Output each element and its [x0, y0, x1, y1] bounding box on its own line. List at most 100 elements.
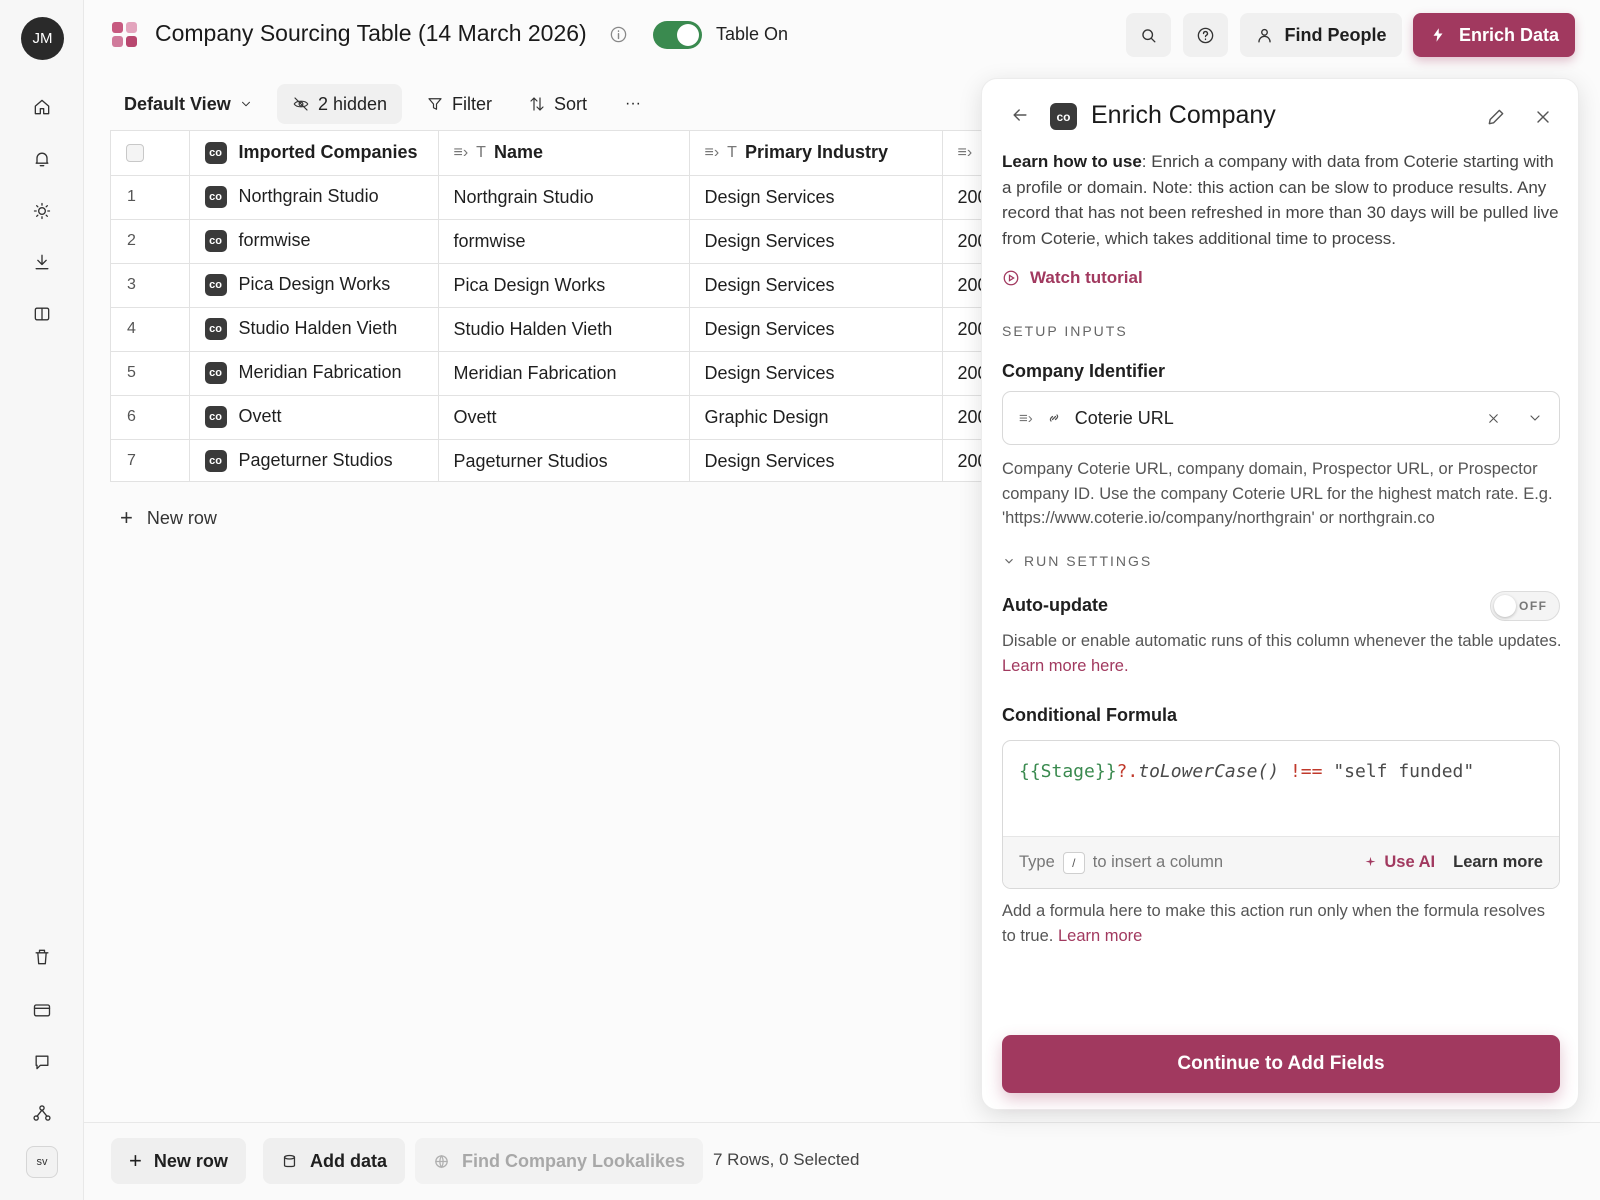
company-identifier-select[interactable]: ≡› Coterie URL [1002, 391, 1560, 445]
cell-name[interactable]: Studio Halden Vieth [438, 307, 690, 352]
cell-name[interactable]: Pageturner Studios [438, 439, 690, 481]
table-row[interactable]: 3 co Pica Design Works Pica Design Works Des… [111, 263, 982, 308]
filter-button[interactable]: Filter [426, 84, 492, 124]
formula-help-link[interactable]: Learn more [1058, 927, 1142, 945]
cell-extra[interactable]: 200 [942, 175, 982, 220]
sun-icon[interactable] [28, 197, 56, 225]
cell-name[interactable]: Meridian Fabrication [438, 351, 690, 396]
add-data-button[interactable]: Add data [263, 1138, 406, 1184]
chat-icon[interactable] [28, 1048, 56, 1076]
row-number: 2 [111, 219, 190, 264]
credit-card-icon[interactable] [28, 996, 56, 1024]
formula-learn-more-link[interactable]: Learn more [1453, 853, 1543, 872]
cell-extra[interactable]: 200 [942, 307, 982, 352]
cell-primary-industry[interactable]: Design Services [689, 175, 943, 220]
formula-hint-pre: Type [1019, 853, 1055, 871]
find-people-label: Find People [1284, 24, 1387, 45]
cell-extra[interactable]: 200 [942, 219, 982, 264]
company-identifier-label: Company Identifier [1002, 361, 1166, 381]
help-button[interactable] [1183, 13, 1228, 57]
cell-primary-industry[interactable]: Design Services [689, 307, 943, 352]
enrich-data-button[interactable]: Enrich Data [1413, 13, 1575, 57]
cell-name[interactable]: Northgrain Studio [438, 175, 690, 220]
table-row[interactable]: 4 co Studio Halden Vieth Studio Halden Viet… [111, 307, 982, 352]
network-icon[interactable] [28, 1099, 56, 1127]
cell-text: Pageturner Studios [238, 449, 393, 470]
table-row[interactable]: 5 co Meridian Fabrication Meridian Fabricat… [111, 351, 982, 396]
home-icon[interactable] [28, 93, 56, 121]
edit-button[interactable] [1486, 107, 1506, 132]
conditional-formula-editor[interactable]: {{Stage}}?.toLowerCase() !== "self funde… [1002, 740, 1560, 889]
more-options-button[interactable]: ··· [625, 84, 641, 124]
table-row[interactable]: 6coOvettOvettGraphic Design200 [111, 395, 982, 440]
formula-code[interactable]: {{Stage}}?.toLowerCase() !== "self funde… [1019, 761, 1474, 782]
continue-to-add-fields-button[interactable]: Continue to Add Fields [1002, 1035, 1560, 1093]
watch-tutorial-link[interactable]: Watch tutorial [1002, 268, 1143, 288]
chevron-down-icon[interactable] [1527, 410, 1543, 426]
close-icon [1537, 111, 1549, 123]
download-icon[interactable] [28, 248, 56, 276]
cell-primary-industry[interactable]: Design Services [689, 439, 943, 481]
cell-imported-company[interactable]: co Meridian Fabrication [189, 351, 439, 396]
page-title: Company Sourcing Table (14 March 2026) [155, 20, 587, 46]
hidden-count: 2 hidden [318, 93, 388, 114]
auto-update-learn-more-link[interactable]: Learn more here. [1002, 657, 1129, 675]
cell-extra[interactable]: 200 [942, 439, 982, 481]
hidden-fields-button[interactable]: 2 hidden [277, 84, 403, 124]
cell-extra[interactable]: 200 [942, 395, 982, 440]
add-data-label: Add data [310, 1150, 388, 1171]
cell-primary-industry[interactable]: Design Services [689, 219, 943, 264]
trash-icon[interactable] [28, 943, 56, 971]
cell-imported-company[interactable]: co Ovett [189, 395, 439, 440]
new-row-link[interactable]: + New row [120, 505, 217, 531]
cell-imported-company[interactable]: co Pica Design Works [189, 263, 439, 308]
column-label: Imported Companies [238, 142, 418, 163]
search-button[interactable] [1126, 13, 1171, 57]
column-header-extra[interactable]: ≡› [942, 131, 982, 176]
cell-name[interactable]: formwise [438, 219, 690, 264]
column-header-name[interactable]: ≡› T Name [438, 131, 690, 176]
find-people-button[interactable]: Find People [1240, 13, 1402, 57]
co-icon: co [204, 362, 227, 385]
workspace-badge[interactable]: sv [26, 1146, 58, 1178]
globe-icon [435, 1154, 448, 1168]
table-row[interactable]: 7 co Pageturner Studios Pageturner Studios D… [111, 439, 982, 481]
run-settings-toggle[interactable]: RUN SETTINGS [1002, 553, 1152, 569]
table-on-toggle[interactable] [653, 21, 702, 49]
close-button[interactable] [1533, 107, 1553, 132]
use-ai-button[interactable]: Use AI [1363, 853, 1435, 872]
view-selector[interactable]: Default View [124, 84, 253, 124]
co-icon: co [204, 230, 227, 253]
book-icon[interactable] [28, 300, 56, 328]
bell-icon[interactable] [28, 145, 56, 173]
cell-imported-company[interactable]: co formwise [189, 219, 439, 264]
cell-extra[interactable]: 200 [942, 263, 982, 308]
search-icon [1142, 28, 1156, 43]
find-lookalikes-button[interactable]: Find Company Lookalikes [415, 1138, 704, 1184]
select-all-checkbox[interactable] [126, 143, 144, 162]
cell-imported-company[interactable]: co Northgrain Studio [189, 175, 439, 220]
auto-update-toggle[interactable]: OFF [1490, 591, 1560, 621]
cell-name[interactable]: Pica Design Works [438, 263, 690, 308]
column-header-industry[interactable]: ≡› T Primary Industry [689, 131, 943, 176]
back-button[interactable] [1010, 105, 1032, 127]
cell-primary-industry[interactable]: Design Services [689, 351, 943, 396]
cell-primary-industry[interactable]: Design Services [689, 263, 943, 308]
column-header-imported[interactable]: co Imported Companies [189, 131, 439, 176]
clear-icon[interactable] [1486, 411, 1501, 426]
footer-new-row-label: New row [153, 1150, 228, 1171]
formula-operator: !== [1289, 761, 1323, 782]
cell-imported-company[interactable]: co Pageturner Studios [189, 439, 439, 481]
cell-imported-company[interactable]: co Studio Halden Vieth [189, 307, 439, 352]
table-row[interactable]: 2coformwiseformwiseDesign Services200 [111, 219, 982, 264]
cell-extra[interactable]: 200 [942, 351, 982, 396]
cell-primary-industry[interactable]: Graphic Design [689, 395, 943, 440]
cell-name[interactable]: Ovett [438, 395, 690, 440]
select-all-cell[interactable] [111, 131, 190, 176]
info-icon[interactable] [609, 25, 628, 44]
table-row[interactable]: 1 co Northgrain Studio Northgrain Studio Des… [111, 175, 982, 220]
footer-new-row-button[interactable]: + New row [111, 1138, 246, 1184]
formula-help: Add a formula here to make this action r… [1002, 899, 1562, 948]
user-avatar[interactable]: JM [21, 17, 64, 60]
sort-button[interactable]: Sort [528, 84, 587, 124]
